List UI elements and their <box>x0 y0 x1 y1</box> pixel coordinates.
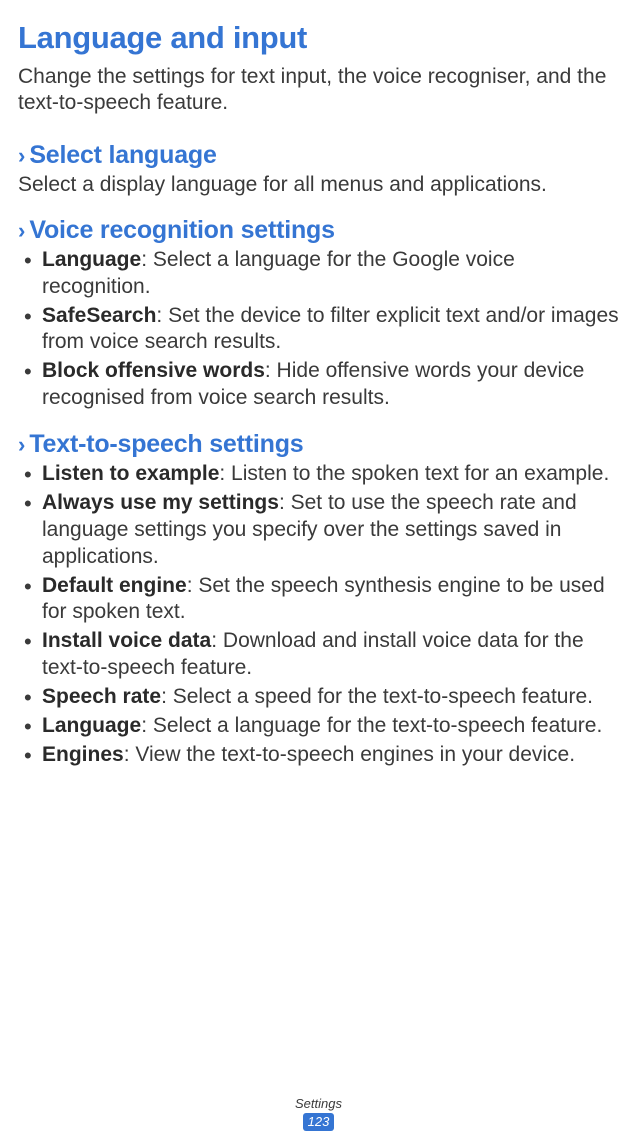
list-item: Engines: View the text-to-speech engines… <box>18 742 619 769</box>
select-language-desc: Select a display language for all menus … <box>18 172 619 198</box>
item-term: Listen to example <box>42 462 219 485</box>
subheading-voice-recognition: Voice recognition settings <box>29 216 335 245</box>
chevron-icon: › <box>18 434 25 456</box>
section-tts: › Text-to-speech settings Listen to exam… <box>18 430 619 769</box>
item-term: Install voice data <box>42 629 211 652</box>
item-desc: : View the text-to-speech engines in you… <box>124 743 575 766</box>
intro-text: Change the settings for text input, the … <box>18 64 619 117</box>
list-item: Always use my settings: Set to use the s… <box>18 490 619 571</box>
list-item: Block offensive words: Hide offensive wo… <box>18 358 619 412</box>
list-item: Install voice data: Download and install… <box>18 628 619 682</box>
chevron-icon: › <box>18 145 25 167</box>
section-voice-recognition: › Voice recognition settings Language: S… <box>18 216 619 412</box>
item-term: Language <box>42 714 141 737</box>
footer-section-label: Settings <box>0 1096 637 1111</box>
item-term: Default engine <box>42 574 187 597</box>
subheading-tts: Text-to-speech settings <box>29 430 303 459</box>
item-term: Block offensive words <box>42 359 265 382</box>
item-term: Engines <box>42 743 124 766</box>
item-term: Speech rate <box>42 685 161 708</box>
section-select-language: › Select language Select a display langu… <box>18 141 619 198</box>
tts-list: Listen to example: Listen to the spoken … <box>18 461 619 769</box>
subheading-select-language: Select language <box>29 141 216 170</box>
subheading-row: › Select language <box>18 141 619 170</box>
page-title: Language and input <box>18 20 619 56</box>
item-term: Language <box>42 248 141 271</box>
item-desc: : Select a speed for the text-to-speech … <box>161 685 593 708</box>
item-term: Always use my settings <box>42 491 279 514</box>
subheading-row: › Voice recognition settings <box>18 216 619 245</box>
voice-recognition-list: Language: Select a language for the Goog… <box>18 247 619 412</box>
list-item: Default engine: Set the speech synthesis… <box>18 573 619 627</box>
chevron-icon: › <box>18 220 25 242</box>
item-term: SafeSearch <box>42 304 156 327</box>
item-desc: : Select a language for the text-to-spee… <box>141 714 602 737</box>
page-number-badge: 123 <box>303 1113 335 1131</box>
subheading-row: › Text-to-speech settings <box>18 430 619 459</box>
list-item: Speech rate: Select a speed for the text… <box>18 684 619 711</box>
page-footer: Settings 123 <box>0 1096 637 1131</box>
list-item: Language: Select a language for the text… <box>18 713 619 740</box>
list-item: Language: Select a language for the Goog… <box>18 247 619 301</box>
list-item: Listen to example: Listen to the spoken … <box>18 461 619 488</box>
item-desc: : Listen to the spoken text for an examp… <box>219 462 609 485</box>
list-item: SafeSearch: Set the device to filter exp… <box>18 303 619 357</box>
